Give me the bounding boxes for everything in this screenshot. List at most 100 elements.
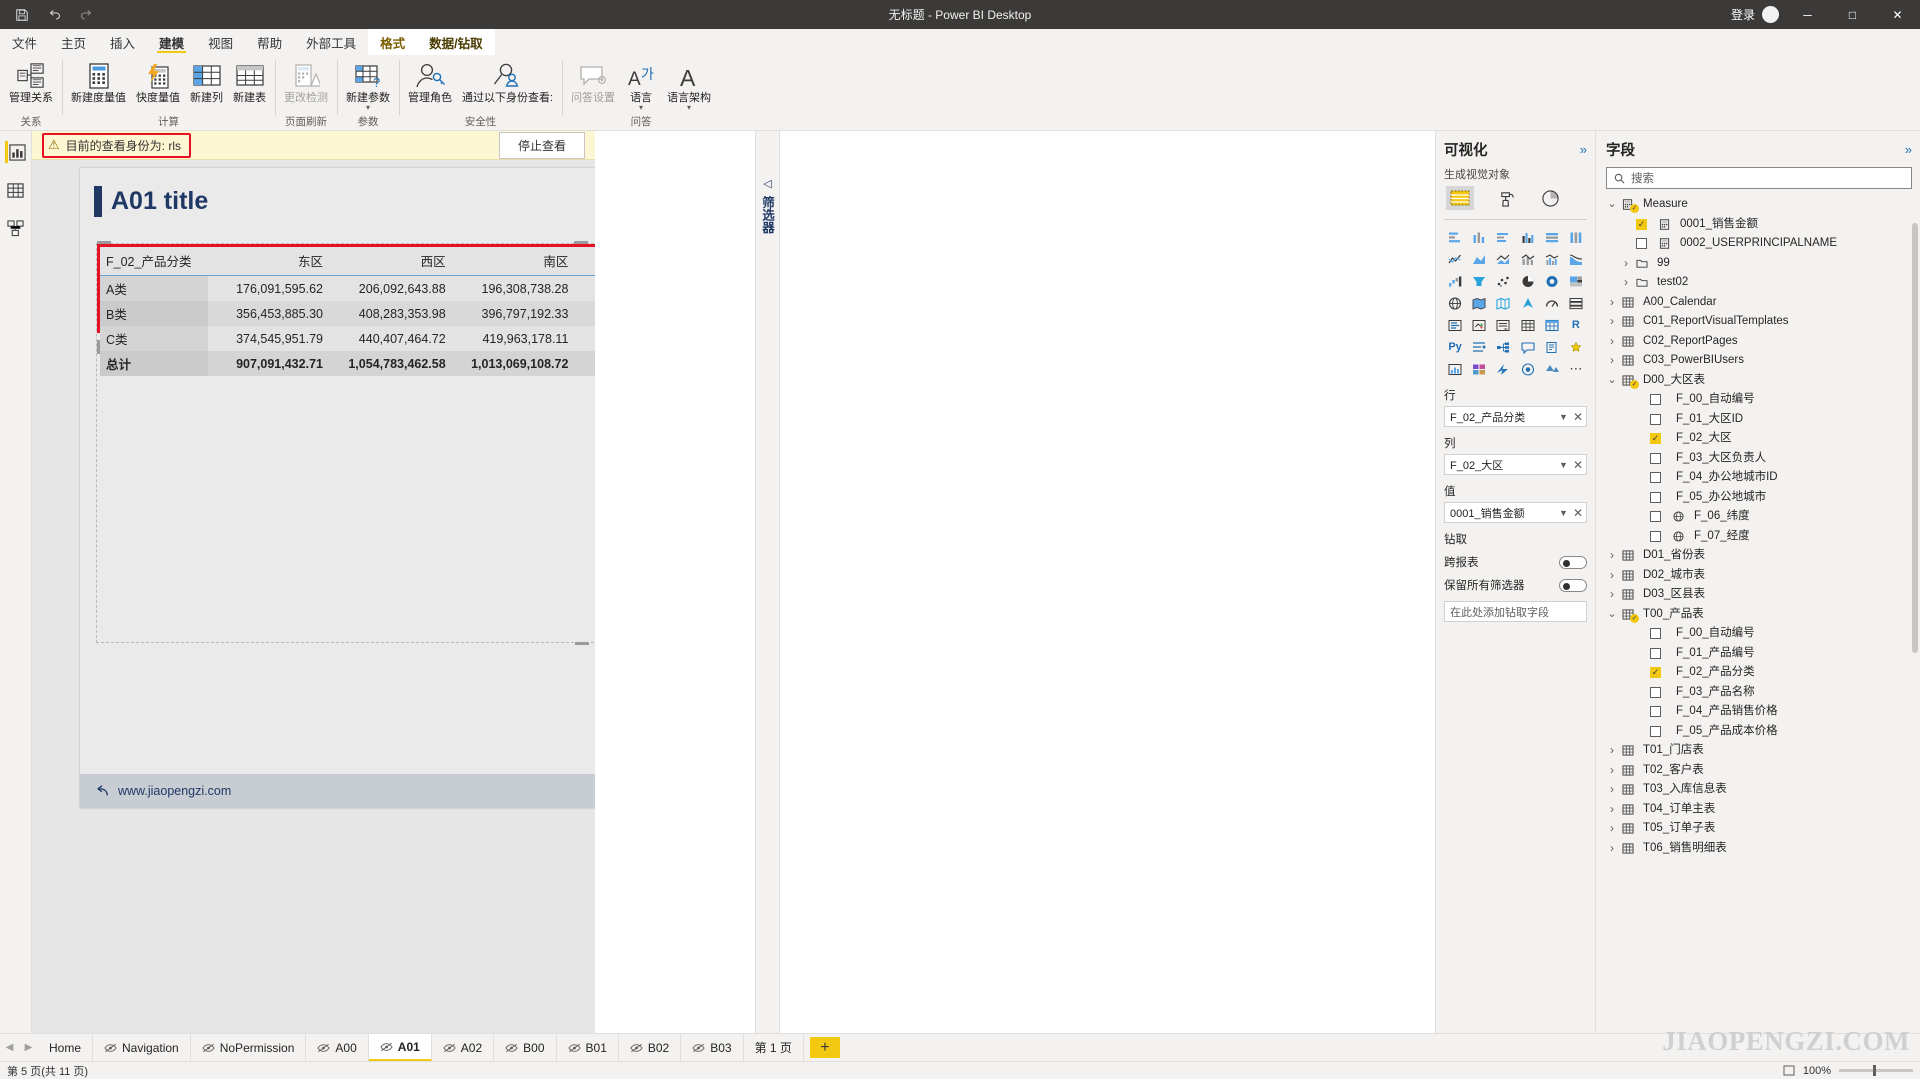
zoom-slider[interactable]: [1839, 1065, 1913, 1076]
page-tab-navigation[interactable]: Navigation: [93, 1034, 191, 1061]
page-tab-b01[interactable]: B01: [557, 1034, 619, 1061]
smart-narrative-icon[interactable]: [1541, 337, 1563, 357]
field-tree-item[interactable]: ✓ F_02_产品分类: [1606, 663, 1912, 683]
field-checkbox[interactable]: [1650, 413, 1661, 425]
table-row[interactable]: C类 374,545,951.79 440,407,464.72 419,963…: [100, 326, 595, 351]
field-checkbox[interactable]: [1650, 394, 1661, 406]
scatter-chart-icon[interactable]: [1492, 271, 1514, 291]
chevron-expand-icon[interactable]: »: [1580, 142, 1587, 157]
undo-icon[interactable]: [40, 3, 68, 27]
matrix-total-row[interactable]: 总计 907,091,432.71 1,054,783,462.58 1,013…: [100, 351, 595, 376]
card-icon[interactable]: [1444, 315, 1466, 335]
field-checkbox[interactable]: [1650, 706, 1661, 718]
field-tree-item[interactable]: › A00_Calendar: [1606, 293, 1912, 313]
page-tab-b00[interactable]: B00: [494, 1034, 557, 1061]
multi-row-card-icon[interactable]: [1565, 293, 1587, 313]
drillthrough-dropzone[interactable]: 在此处添加钻取字段: [1444, 601, 1587, 622]
tab-help[interactable]: 帮助: [245, 29, 294, 55]
manage-relationships-button[interactable]: 管理关系: [4, 59, 58, 105]
search-input[interactable]: 搜索: [1606, 167, 1912, 189]
field-tree-item[interactable]: › C03_PowerBIUsers: [1606, 351, 1912, 371]
more-visuals-ellipsis-icon[interactable]: ⋯: [1565, 359, 1587, 379]
page-tab-a00[interactable]: A00: [306, 1034, 369, 1061]
power-automate-icon[interactable]: [1492, 359, 1514, 379]
field-tree-item[interactable]: › T03_入库信息表: [1606, 780, 1912, 800]
close-button[interactable]: ✕: [1875, 0, 1920, 29]
page-tab-a01[interactable]: A01: [368, 1034, 432, 1061]
field-tree-item[interactable]: › D02_城市表: [1606, 566, 1912, 586]
format-paint-icon[interactable]: [1498, 189, 1517, 208]
donut-chart-icon[interactable]: [1541, 271, 1563, 291]
field-tree-item[interactable]: F_07_经度: [1606, 527, 1912, 547]
new-measure-button[interactable]: 新建度量值: [66, 59, 131, 105]
chevron-right-icon[interactable]: ›: [1606, 332, 1618, 352]
close-icon[interactable]: ✕: [1571, 458, 1583, 472]
sign-in-button[interactable]: 登录: [1731, 6, 1785, 23]
gauge-icon[interactable]: [1541, 293, 1563, 313]
page-tab-b03[interactable]: B03: [681, 1034, 744, 1061]
chevron-right-icon[interactable]: ›: [1606, 566, 1618, 586]
close-icon[interactable]: ✕: [1571, 506, 1583, 520]
field-tree-item[interactable]: F_04_办公地城市ID: [1606, 468, 1912, 488]
tab-file[interactable]: 文件: [0, 29, 49, 55]
chevron-down-icon[interactable]: ⌄: [1606, 195, 1618, 215]
matrix-col-header[interactable]: 东区: [207, 247, 329, 276]
page-tab-nopermission[interactable]: NoPermission: [191, 1034, 307, 1061]
field-tree-item[interactable]: › T06_销售明细表: [1606, 839, 1912, 859]
clustered-column-chart-icon[interactable]: [1516, 227, 1538, 247]
table-icon[interactable]: [1516, 315, 1538, 335]
quick-measure-button[interactable]: 快度量值: [131, 59, 185, 105]
slicer-icon[interactable]: [1492, 315, 1514, 335]
manage-roles-button[interactable]: 管理角色: [403, 59, 457, 105]
chevron-right-icon[interactable]: ›: [1606, 546, 1618, 566]
field-tree-item[interactable]: F_00_自动编号: [1606, 390, 1912, 410]
save-icon[interactable]: [8, 3, 36, 27]
matrix-icon[interactable]: [1541, 315, 1563, 335]
table-row[interactable]: A类 176,091,595.62 206,092,643.88 196,308…: [100, 275, 595, 301]
data-view-icon[interactable]: [5, 179, 27, 201]
treemap-icon[interactable]: [1565, 271, 1587, 291]
r-script-visual-icon[interactable]: R: [1565, 315, 1587, 335]
fields-scrollbar[interactable]: [1912, 223, 1918, 653]
chevron-down-icon[interactable]: ⌄: [1606, 371, 1618, 391]
clustered-bar-chart-icon[interactable]: [1492, 227, 1514, 247]
chevron-down-icon[interactable]: ▼: [1556, 460, 1571, 470]
matrix-col-header[interactable]: 北区: [574, 247, 595, 276]
stop-viewing-button[interactable]: 停止查看: [498, 131, 585, 159]
tab-home[interactable]: 主页: [49, 29, 98, 55]
change-detection-button[interactable]: 更改检测: [279, 59, 333, 105]
field-tree-item[interactable]: ✓ F_02_大区: [1606, 429, 1912, 449]
analytics-icon[interactable]: [1541, 189, 1560, 208]
field-tree-item[interactable]: F_00_自动编号: [1606, 624, 1912, 644]
100-stacked-column-icon[interactable]: [1565, 227, 1587, 247]
maximize-button[interactable]: □: [1830, 0, 1875, 29]
matrix-col-header[interactable]: 西区: [328, 247, 452, 276]
100-stacked-bar-icon[interactable]: [1541, 227, 1563, 247]
stacked-bar-chart-icon[interactable]: [1444, 227, 1466, 247]
field-tree-item[interactable]: F_05_办公地城市: [1606, 488, 1912, 508]
field-tree-item[interactable]: F_05_产品成本价格: [1606, 722, 1912, 742]
well-chip-rows[interactable]: F_02_产品分类 ▼ ✕: [1444, 406, 1587, 427]
shape-map-icon[interactable]: [1492, 293, 1514, 313]
page-tab-home[interactable]: Home: [38, 1034, 94, 1061]
arcgis-icon[interactable]: [1516, 359, 1538, 379]
field-tree-item[interactable]: F_01_大区ID: [1606, 410, 1912, 430]
stacked-column-chart-icon[interactable]: [1468, 227, 1490, 247]
tab-data-drill[interactable]: 数据/钻取: [417, 29, 495, 55]
field-tree-item[interactable]: › test02: [1606, 273, 1912, 293]
field-checkbox[interactable]: [1650, 725, 1661, 737]
collapse-icon[interactable]: ◁: [763, 177, 771, 190]
chevron-down-icon[interactable]: ▼: [1556, 412, 1571, 422]
resize-grip[interactable]: [575, 642, 589, 645]
paginated-report-icon[interactable]: [1565, 337, 1587, 357]
tab-view[interactable]: 视图: [196, 29, 245, 55]
field-tree-item[interactable]: › T02_客户表: [1606, 761, 1912, 781]
tab-insert[interactable]: 插入: [98, 29, 147, 55]
filled-map-icon[interactable]: [1468, 293, 1490, 313]
chevron-right-icon[interactable]: ›: [1606, 312, 1618, 332]
chevron-right-icon[interactable]: »: [1905, 142, 1912, 157]
field-checkbox[interactable]: [1650, 472, 1661, 484]
new-column-button[interactable]: 新建列: [185, 59, 228, 105]
field-tree-item[interactable]: F_04_产品销售价格: [1606, 702, 1912, 722]
chevron-right-icon[interactable]: ›: [1606, 819, 1618, 839]
